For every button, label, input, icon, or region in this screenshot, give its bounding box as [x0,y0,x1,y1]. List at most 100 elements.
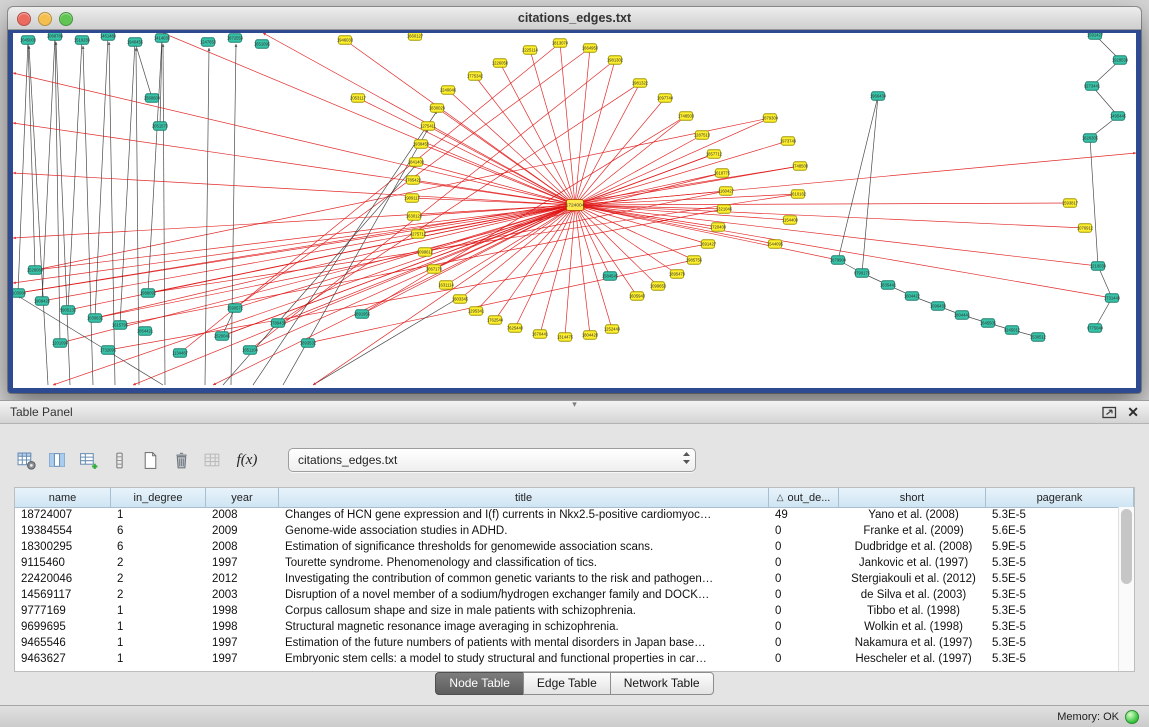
network-node[interactable]: 1287513 [694,131,711,140]
table-row[interactable]: 969969511998Structural magnetic resonanc… [15,619,1119,635]
float-panel-icon[interactable] [1102,406,1117,419]
network-node[interactable]: 2891956 [354,310,371,319]
network-edge[interactable] [135,42,152,98]
network-node[interactable]: 1785422 [405,176,422,185]
select-columns-icon[interactable] [47,450,67,470]
network-edge[interactable] [476,205,575,311]
network-node[interactable]: 1691427 [700,240,717,249]
import-table-icon[interactable] [202,450,222,470]
network-edge[interactable] [575,205,694,260]
network-edge[interactable] [18,205,575,293]
network-node[interactable]: 1762544 [487,316,504,325]
network-node[interactable]: 2560609 [144,94,161,103]
network-edge[interactable] [13,123,575,205]
network-edge[interactable] [308,260,694,343]
network-node[interactable]: 1590572 [227,304,244,313]
table-row[interactable]: 911546021997Tourette syndrome. Phenomeno… [15,555,1119,571]
network-node[interactable]: 1610162 [790,190,807,199]
network-edge[interactable] [53,205,575,385]
table-row[interactable]: 1872400712008Changes of HCN gene express… [15,507,1119,523]
network-node[interactable]: 1201094 [52,339,69,348]
network-edge[interactable] [575,203,1070,205]
network-node[interactable]: 1789439 [270,319,287,328]
network-node[interactable]: 1530512 [1030,333,1047,342]
network-node[interactable]: 3067170 [426,265,443,274]
network-edge[interactable] [163,44,165,385]
network-node[interactable]: 1314475 [557,333,574,342]
network-edge[interactable] [68,40,82,310]
network-node[interactable]: 6775044 [1087,324,1104,333]
network-node[interactable]: 1872559 [227,34,244,43]
network-node[interactable]: 7625440 [507,324,524,333]
network-node[interactable]: 1275411 [420,122,437,131]
network-node[interactable]: 1134487 [172,349,189,358]
network-node[interactable]: 1045003 [20,36,37,45]
network-node[interactable]: 5905133 [60,306,77,315]
network-node[interactable]: 1321046 [716,205,733,214]
network-node[interactable]: 1857712 [706,150,723,159]
network-edge[interactable] [253,111,437,385]
scrollbar-thumb[interactable] [1121,509,1132,584]
panel-resize-handle[interactable]: ▾ [572,399,577,410]
column-header-name[interactable]: name [15,488,111,507]
network-node[interactable]: 1748508 [792,162,809,171]
network-edge[interactable] [575,153,1136,205]
network-edge[interactable] [13,73,575,205]
network-node[interactable]: 1461489 [100,33,117,40]
network-node[interactable]: 1252449 [604,325,621,334]
network-node[interactable]: 1651095 [254,40,271,49]
network-node[interactable]: 1630120 [406,212,423,221]
network-node[interactable]: 1946033 [337,36,354,45]
network-edge[interactable] [862,96,878,273]
network-node[interactable]: 1988092 [140,289,157,298]
network-node[interactable]: 1103084 [13,289,27,298]
network-node[interactable]: 1830029 [429,104,446,113]
network-node[interactable]: 1804428 [582,331,599,340]
network-edge[interactable] [42,36,55,301]
network-node[interactable]: 1664950 [582,44,599,53]
column-header-pagerank[interactable]: pagerank [986,488,1134,507]
network-node[interactable]: 2051573 [152,122,169,131]
function-builder-button[interactable]: f(x) [237,450,257,470]
close-panel-icon[interactable]: ✕ [1127,405,1139,419]
network-node[interactable]: 1813074 [552,39,569,48]
network-edge[interactable] [495,205,575,320]
network-node[interactable]: 1154409 [782,216,799,225]
network-edge[interactable] [13,205,575,238]
network-edge[interactable] [575,60,615,205]
network-node[interactable]: 1605943 [629,292,646,301]
network-edge[interactable] [18,40,28,293]
table-row[interactable]: 946362711997Embryonic stem cells: a mode… [15,651,1119,667]
tab-network-table[interactable]: Network Table [610,672,714,695]
network-node[interactable]: 1938455 [413,140,430,149]
network-edge[interactable] [575,205,612,329]
network-node[interactable]: 1099653 [650,282,667,291]
create-column-icon[interactable] [78,450,98,470]
network-edge[interactable] [120,42,135,325]
column-header-short[interactable]: short [839,488,986,507]
table-scrollbar[interactable] [1118,507,1134,671]
network-node[interactable]: 1835441 [880,281,897,290]
network-edge[interactable] [28,40,35,270]
network-node[interactable]: 1804441 [954,311,971,320]
network-node[interactable]: 1210039 [1090,262,1107,271]
table-row[interactable]: 1938455462009Genome-wide association stu… [15,523,1119,539]
network-node[interactable]: 2526069 [27,266,44,275]
network-node[interactable]: 1724004 [566,200,585,211]
network-node[interactable]: 1226058 [492,59,509,68]
column-header-in-degree[interactable]: in_degree [111,488,206,507]
network-node[interactable]: 1414033 [154,34,171,43]
network-node[interactable]: 1909420 [34,297,51,306]
minimize-button[interactable] [38,12,52,26]
zoom-button[interactable] [59,12,73,26]
table-row[interactable]: 1830029562008Estimation of significance … [15,539,1119,555]
memory-status-indicator[interactable] [1125,710,1139,724]
network-node[interactable]: 9245012 [1004,326,1021,335]
network-edge[interactable] [95,36,108,318]
network-node[interactable]: 1895479 [669,270,686,279]
network-edge[interactable] [35,118,770,270]
network-node[interactable]: 1940456 [127,38,144,47]
network-node[interactable]: 2240046 [440,86,457,95]
network-edge[interactable] [565,205,575,337]
network-node[interactable]: 1544095 [767,240,784,249]
